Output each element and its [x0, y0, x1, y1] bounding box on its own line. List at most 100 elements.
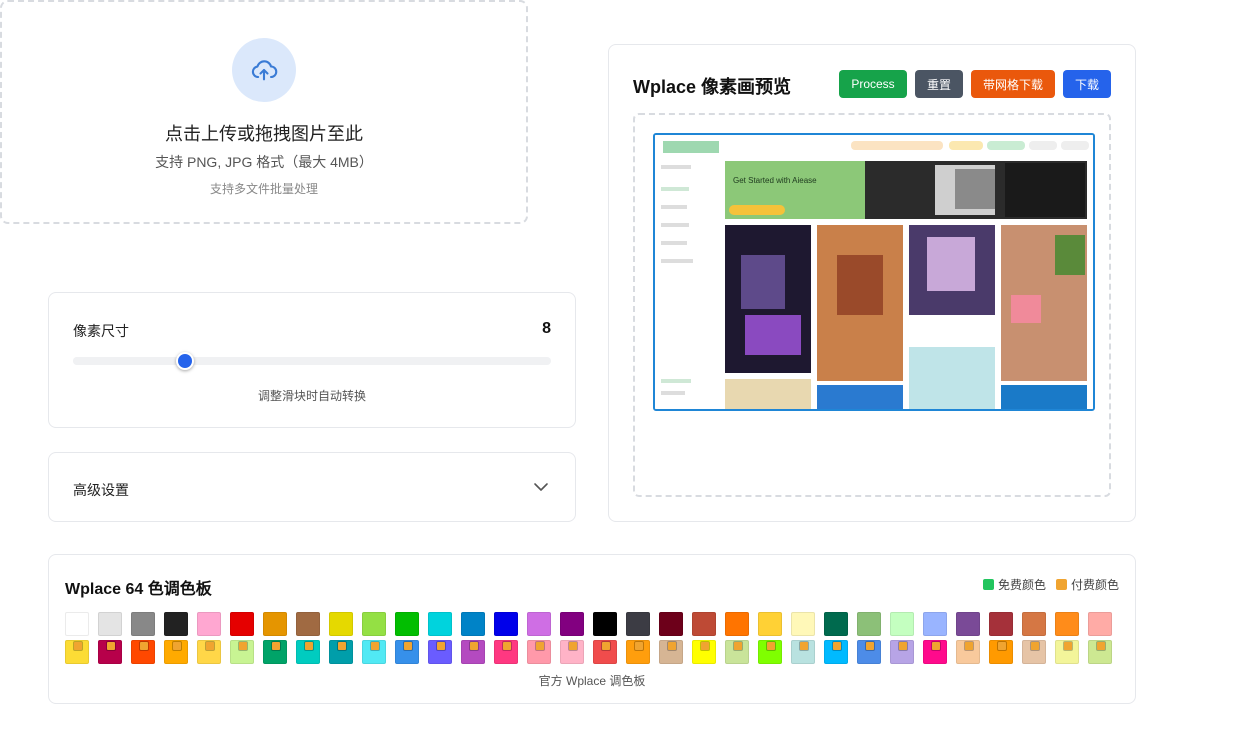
advanced-settings-toggle[interactable]: 高级设置	[48, 452, 576, 522]
paid-color-swatch[interactable]	[593, 640, 617, 664]
lock-icon	[206, 642, 214, 650]
paid-color-swatch[interactable]	[461, 640, 485, 664]
process-button[interactable]: Process	[839, 70, 907, 98]
free-color-swatch[interactable]	[989, 612, 1013, 636]
lock-icon	[866, 642, 874, 650]
free-color-swatch[interactable]	[626, 612, 650, 636]
paid-color-swatch[interactable]	[758, 640, 782, 664]
paid-color-swatch[interactable]	[296, 640, 320, 664]
download-button[interactable]: 下载	[1063, 70, 1111, 98]
lock-icon	[503, 642, 511, 650]
paid-color-swatch[interactable]	[329, 640, 353, 664]
slider-thumb[interactable]	[176, 352, 195, 370]
free-color-swatch[interactable]	[857, 612, 881, 636]
paid-color-swatch[interactable]	[1022, 640, 1046, 664]
upload-dropzone[interactable]: 点击上传或拖拽图片至此 支持 PNG, JPG 格式（最大 4MB） 支持多文件…	[0, 0, 528, 224]
paid-color-swatch[interactable]	[1055, 640, 1079, 664]
paid-color-swatch[interactable]	[98, 640, 122, 664]
paid-color-swatch[interactable]	[857, 640, 881, 664]
free-color-swatch-icon	[982, 579, 994, 590]
paid-color-swatch[interactable]	[527, 640, 551, 664]
paid-color-swatch[interactable]	[395, 640, 419, 664]
paid-color-swatch[interactable]	[560, 640, 584, 664]
paid-color-swatch[interactable]	[989, 640, 1013, 664]
lock-icon	[602, 642, 610, 650]
paid-color-swatch[interactable]	[362, 640, 386, 664]
free-color-swatch[interactable]	[890, 612, 914, 636]
free-color-swatch[interactable]	[1088, 612, 1112, 636]
paid-color-swatch[interactable]	[890, 640, 914, 664]
free-color-swatch[interactable]	[824, 612, 848, 636]
free-color-swatch[interactable]	[461, 612, 485, 636]
upload-title: 点击上传或拖拽图片至此	[165, 124, 363, 144]
paid-color-swatch[interactable]	[791, 640, 815, 664]
paid-color-swatch-icon	[1055, 579, 1067, 590]
lock-icon	[668, 642, 676, 650]
lock-icon	[74, 642, 82, 650]
palette-row-free	[65, 612, 1112, 636]
lock-icon	[767, 642, 775, 650]
free-color-swatch[interactable]	[263, 612, 287, 636]
reset-button[interactable]: 重置	[915, 70, 963, 98]
free-color-swatch[interactable]	[395, 612, 419, 636]
lock-icon	[107, 642, 115, 650]
lock-icon	[800, 642, 808, 650]
paid-color-swatch[interactable]	[230, 640, 254, 664]
paid-color-swatch[interactable]	[956, 640, 980, 664]
free-color-swatch[interactable]	[758, 612, 782, 636]
paid-color-swatch[interactable]	[692, 640, 716, 664]
slider-fill	[73, 357, 186, 365]
lock-icon	[239, 642, 247, 650]
legend-paid-label: 付费颜色	[1070, 578, 1119, 592]
free-color-swatch[interactable]	[230, 612, 254, 636]
free-color-swatch[interactable]	[923, 612, 947, 636]
legend-free: 免费颜色	[982, 576, 1046, 593]
preview-panel: Wplace 像素画预览 Process 重置 带网格下载 下载 Get Sta…	[608, 44, 1136, 522]
free-color-swatch[interactable]	[98, 612, 122, 636]
free-color-swatch[interactable]	[659, 612, 683, 636]
paid-color-swatch[interactable]	[164, 640, 188, 664]
free-color-swatch[interactable]	[329, 612, 353, 636]
palette-footer: 官方 Wplace 调色板	[538, 674, 646, 688]
paid-color-swatch[interactable]	[923, 640, 947, 664]
free-color-swatch[interactable]	[164, 612, 188, 636]
pixel-size-slider[interactable]	[73, 352, 551, 370]
free-color-swatch[interactable]	[692, 612, 716, 636]
free-color-swatch[interactable]	[725, 612, 749, 636]
free-color-swatch[interactable]	[197, 612, 221, 636]
free-color-swatch[interactable]	[527, 612, 551, 636]
lock-icon	[734, 642, 742, 650]
paid-color-swatch[interactable]	[65, 640, 89, 664]
paid-color-swatch[interactable]	[494, 640, 518, 664]
paid-color-swatch[interactable]	[131, 640, 155, 664]
free-color-swatch[interactable]	[1022, 612, 1046, 636]
paid-color-swatch[interactable]	[626, 640, 650, 664]
free-color-swatch[interactable]	[428, 612, 452, 636]
lock-icon	[569, 642, 577, 650]
paid-color-swatch[interactable]	[263, 640, 287, 664]
paid-color-swatch[interactable]	[428, 640, 452, 664]
lock-icon	[1064, 642, 1072, 650]
palette-title: Wplace 64 色调色板	[65, 581, 212, 598]
download-with-grid-button[interactable]: 带网格下载	[971, 70, 1055, 98]
lock-icon	[635, 642, 643, 650]
free-color-swatch[interactable]	[791, 612, 815, 636]
paid-color-swatch[interactable]	[824, 640, 848, 664]
lock-icon	[536, 642, 544, 650]
paid-color-swatch[interactable]	[725, 640, 749, 664]
free-color-swatch[interactable]	[593, 612, 617, 636]
free-color-swatch[interactable]	[1055, 612, 1079, 636]
lock-icon	[899, 642, 907, 650]
paid-color-swatch[interactable]	[659, 640, 683, 664]
free-color-swatch[interactable]	[956, 612, 980, 636]
free-color-swatch[interactable]	[560, 612, 584, 636]
free-color-swatch[interactable]	[131, 612, 155, 636]
upload-formats: 支持 PNG, JPG 格式（最大 4MB）	[155, 154, 373, 170]
free-color-swatch[interactable]	[296, 612, 320, 636]
free-color-swatch[interactable]	[65, 612, 89, 636]
paid-color-swatch[interactable]	[1088, 640, 1112, 664]
free-color-swatch[interactable]	[494, 612, 518, 636]
lock-icon	[437, 642, 445, 650]
paid-color-swatch[interactable]	[197, 640, 221, 664]
free-color-swatch[interactable]	[362, 612, 386, 636]
